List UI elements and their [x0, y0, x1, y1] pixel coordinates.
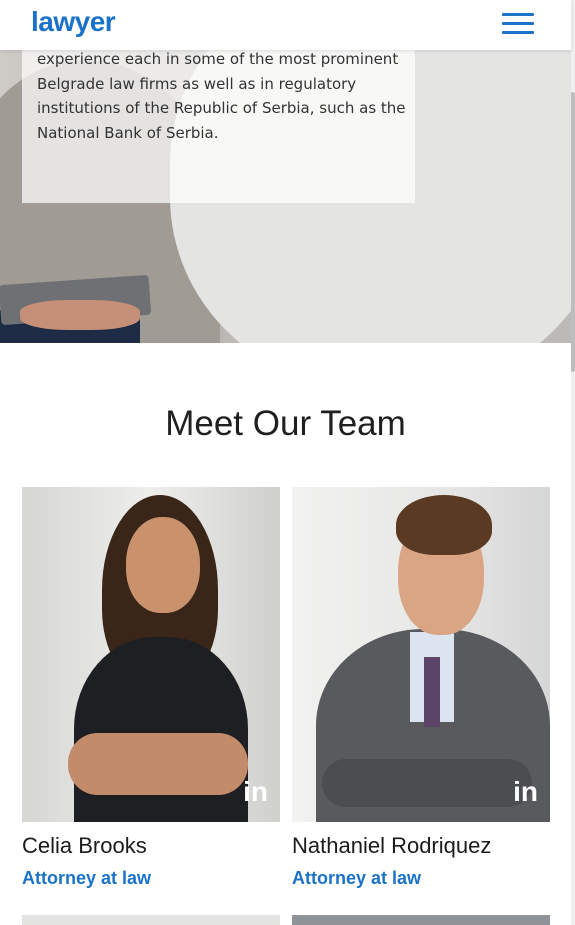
next-team-member-photo	[22, 915, 280, 925]
team-member-role: Attorney at law	[22, 868, 152, 888]
photo-tie	[424, 657, 440, 727]
hamburger-menu-button[interactable]	[502, 13, 534, 35]
team-member-photo: in	[22, 487, 280, 822]
linkedin-icon[interactable]: in	[513, 778, 538, 806]
team-member-name: Celia Brooks	[22, 833, 147, 858]
site-logo[interactable]: lawyer	[31, 6, 116, 38]
hamburger-icon	[502, 13, 534, 16]
site-header: lawyer	[0, 0, 571, 50]
team-member-card: in Nathaniel Rodriquez Attorney at law	[292, 487, 550, 889]
hamburger-icon-bar	[502, 31, 534, 34]
hero-image-hand	[20, 300, 140, 330]
photo-hair	[396, 495, 492, 555]
next-team-member-photo	[292, 915, 550, 925]
photo-face	[126, 517, 200, 613]
scrollbar-thumb[interactable]	[571, 92, 575, 372]
team-member-photo: in	[292, 487, 550, 822]
team-section-title: Meet Our Team	[165, 404, 406, 443]
team-member-role: Attorney at law	[292, 868, 422, 888]
team-member-name: Nathaniel Rodriquez	[292, 833, 492, 858]
team-member-card: in Celia Brooks Attorney at law	[22, 487, 280, 889]
hero-section: experience each in some of the most prom…	[0, 0, 571, 343]
photo-arms	[68, 733, 248, 795]
photo-arms	[322, 759, 532, 807]
hero-text: experience each in some of the most prom…	[37, 50, 406, 142]
hamburger-icon-bar	[502, 22, 534, 25]
linkedin-icon[interactable]: in	[243, 778, 268, 806]
